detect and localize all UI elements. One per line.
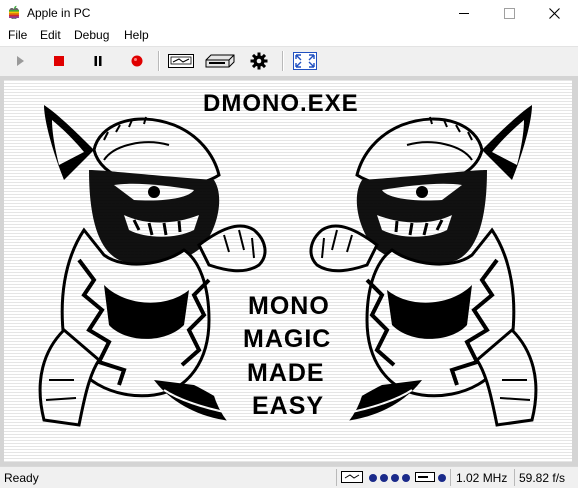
close-icon <box>548 7 560 19</box>
emulator-frame: DMONO.EXE MONO MAGIC MADE EASY <box>0 76 578 466</box>
frame-rate: 59.82 f/s <box>519 471 566 485</box>
toolbar-separator <box>158 51 160 71</box>
menu-bar: File Edit Debug Help <box>0 26 578 46</box>
cassette-icon <box>168 54 194 68</box>
record-button[interactable] <box>125 50 149 72</box>
fullscreen-icon <box>293 52 317 70</box>
screen-line-3: MADE <box>247 359 325 387</box>
screen-heading: DMONO.EXE <box>203 90 359 117</box>
screen-line-4: EASY <box>252 392 325 420</box>
gear-icon <box>250 52 268 70</box>
toolbar <box>0 46 578 76</box>
disk-led <box>438 474 446 482</box>
window-title: Apple in PC <box>27 6 91 20</box>
disk-drive-button[interactable] <box>204 50 236 72</box>
drive-led-1 <box>369 474 377 482</box>
clock-speed: 1.02 MHz <box>456 471 508 485</box>
drive-status-panel <box>336 469 447 486</box>
drive-led-3 <box>391 474 399 482</box>
title-bar[interactable]: Apple in PC <box>0 0 578 26</box>
menu-debug[interactable]: Debug <box>74 28 109 42</box>
apple-logo-icon <box>9 5 19 19</box>
status-bar: Ready 1.02 MHz 59.82 f/s <box>0 466 578 488</box>
menu-edit[interactable]: Edit <box>40 28 61 42</box>
play-icon <box>17 56 24 66</box>
pause-icon <box>94 56 102 66</box>
minimize-icon <box>459 12 469 14</box>
settings-button[interactable] <box>247 50 271 72</box>
disk-status-icon <box>415 472 435 482</box>
emulator-screen[interactable]: DMONO.EXE MONO MAGIC MADE EASY <box>4 80 572 462</box>
menu-file[interactable]: File <box>8 28 27 42</box>
maximize-icon <box>503 7 515 19</box>
minimize-button[interactable] <box>442 0 486 26</box>
run-button[interactable] <box>8 50 32 72</box>
menu-help[interactable]: Help <box>124 28 149 42</box>
maximize-button[interactable] <box>487 0 531 26</box>
screen-line-1: MONO <box>248 292 330 320</box>
drive-led-2 <box>380 474 388 482</box>
screen-line-2: MAGIC <box>243 325 332 353</box>
stop-button[interactable] <box>47 50 71 72</box>
fullscreen-button[interactable] <box>291 50 319 72</box>
cassette-status-icon <box>341 471 363 483</box>
pause-button[interactable] <box>86 50 110 72</box>
cassette-button[interactable] <box>166 50 196 72</box>
fps-panel: 59.82 f/s <box>514 469 578 486</box>
record-icon <box>131 55 143 67</box>
drive-led-4 <box>402 474 410 482</box>
stop-icon <box>54 56 64 66</box>
close-button[interactable] <box>532 0 576 26</box>
disk-drive-icon <box>205 54 235 68</box>
status-ready: Ready <box>4 471 39 485</box>
toolbar-separator <box>282 51 284 71</box>
clock-panel: 1.02 MHz <box>450 469 511 486</box>
